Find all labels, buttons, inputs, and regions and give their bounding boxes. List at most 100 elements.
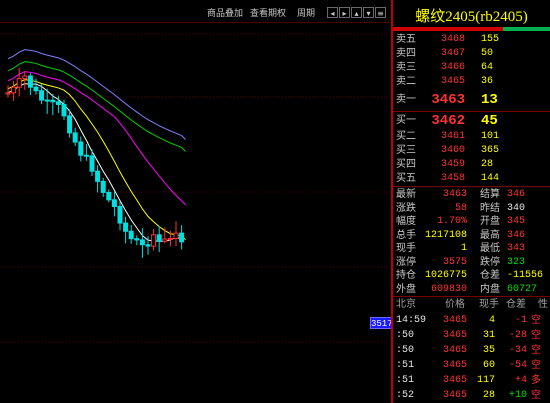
stat-label: 涨停: [396, 256, 416, 268]
bid-volume: 365: [481, 145, 500, 156]
period-button[interactable]: 周期: [297, 6, 315, 19]
candle-body: [151, 234, 157, 247]
stat-label: 涨跌: [396, 202, 416, 214]
ask-label: 卖三: [396, 62, 416, 73]
zoom-out-icon[interactable]: ▾: [363, 7, 374, 18]
candle-body: [106, 191, 112, 201]
bid-row-4[interactable]: 买四 3459 28: [393, 158, 550, 172]
candle-body: [22, 75, 28, 80]
ask-label: 卖二: [396, 76, 416, 87]
ask-volume: 64: [481, 62, 494, 73]
candle-body: [128, 230, 134, 240]
stat-value: -11556: [507, 270, 544, 281]
candle-body: [33, 86, 39, 92]
ask-row-3[interactable]: 卖三 3466 64: [393, 61, 550, 75]
tick-row[interactable]: :51 3465 117 +4 多: [393, 373, 550, 388]
bid-row-3[interactable]: 买三 3460 365: [393, 144, 550, 158]
stat-label: 开盘: [480, 216, 500, 227]
candle-body: [156, 234, 162, 242]
candle-body: [139, 239, 145, 246]
candle-body: [89, 155, 95, 172]
ask-price: 3468: [440, 34, 465, 45]
tick-price: 3465: [442, 345, 467, 356]
stat-label: 幅度: [396, 216, 416, 227]
stat-row: 涨跌 58 昨结 340: [393, 202, 550, 215]
stat-label: 总手: [396, 229, 416, 241]
tick-row[interactable]: 14:59 3465 4 -1 空: [393, 313, 550, 328]
ask-volume: 50: [481, 48, 494, 59]
tick-oi-change: +4: [514, 375, 527, 386]
bid-row-2[interactable]: 买二 3461 101: [393, 130, 550, 144]
candle-body: [5, 92, 11, 95]
bid-price: 3458: [440, 173, 465, 184]
overlay-commodity-button[interactable]: 商品叠加: [207, 6, 243, 19]
moving-average-lines: [7, 49, 186, 242]
ask-volume: 13: [481, 92, 498, 108]
ask-row-5[interactable]: 卖五 3468 155: [393, 33, 550, 47]
stat-value: 345: [507, 216, 526, 227]
ask-price: 3465: [440, 76, 465, 87]
tick-row[interactable]: :51 3465 60 -54 空: [393, 358, 550, 373]
stat-label: 结算: [480, 189, 500, 200]
tick-nature: 空: [531, 360, 541, 371]
bid-label: 买四: [396, 159, 416, 170]
stat-label: 最高: [480, 229, 500, 241]
candle-body: [162, 238, 168, 242]
stat-label: 现手: [396, 243, 416, 254]
ticks-header-price: 价格: [445, 299, 465, 310]
ask-label: 卖四: [396, 48, 416, 59]
tick-oi-change: -1: [514, 315, 527, 326]
stats-separator: [393, 186, 550, 187]
candle-body: [50, 99, 56, 103]
tick-oi-change: +10: [508, 390, 527, 401]
bid-row-1[interactable]: 买一 3462 45: [393, 112, 550, 130]
chart-canvas[interactable]: [0, 22, 390, 403]
candle-body: [67, 115, 73, 134]
tick-volume: 31: [482, 330, 495, 341]
bid-price: 3462: [431, 113, 465, 129]
ask-row-2[interactable]: 卖二 3465 36: [393, 75, 550, 89]
ticks-header-time: 北京: [396, 299, 416, 310]
ticks-header: 北京 价格 现手 仓差 性: [393, 298, 550, 312]
stat-value: 346: [507, 229, 526, 241]
stat-value: 609830: [430, 283, 467, 295]
tick-price: 3465: [442, 330, 467, 341]
ask-row-4[interactable]: 卖四 3467 50: [393, 47, 550, 61]
view-options-button[interactable]: 查看期权: [250, 6, 286, 19]
stat-label: 持仓: [396, 270, 416, 281]
scroll-left-icon[interactable]: ◂: [327, 7, 338, 18]
tick-price: 3465: [442, 360, 467, 371]
tick-volume: 4: [488, 315, 495, 326]
candle-body: [55, 101, 61, 105]
candle-body: [39, 90, 45, 101]
bid-price: 3459: [440, 159, 465, 170]
zoom-in-icon[interactable]: ▴: [351, 7, 362, 18]
candle-body: [27, 75, 33, 88]
stat-label: 昨结: [480, 202, 500, 214]
stat-value: 3575: [442, 256, 467, 268]
tick-row[interactable]: :52 3465 28 +10 空: [393, 388, 550, 403]
tick-price: 3465: [442, 315, 467, 326]
bid-volume: 45: [481, 113, 498, 129]
ask-volume: 36: [481, 76, 494, 87]
menu-icon[interactable]: ≡: [375, 7, 386, 18]
ask-volume: 155: [481, 34, 500, 45]
bid-label: 买一: [396, 115, 416, 126]
candlestick-chart[interactable]: 3517: [0, 22, 393, 403]
stat-row: 幅度 1.70% 开盘 345: [393, 215, 550, 228]
stat-row: 现手 1 最低 343: [393, 242, 550, 255]
stat-value: 1: [460, 243, 467, 254]
tick-oi-change: -28: [508, 330, 527, 341]
bid-label: 买二: [396, 131, 416, 142]
ask-row-1[interactable]: 卖一 3463 13: [393, 91, 550, 109]
tick-row[interactable]: :50 3465 31 -28 空: [393, 328, 550, 343]
tick-price: 3465: [442, 390, 467, 401]
ask-label: 卖一: [396, 94, 416, 105]
stat-value: 323: [507, 256, 526, 268]
tick-nature: 空: [531, 315, 541, 326]
candle-body: [145, 244, 151, 247]
bid-row-5[interactable]: 买五 3458 144: [393, 172, 550, 186]
stat-value: 58: [454, 202, 467, 214]
scroll-right-icon[interactable]: ▸: [339, 7, 350, 18]
tick-row[interactable]: :50 3465 35 -34 空: [393, 343, 550, 358]
